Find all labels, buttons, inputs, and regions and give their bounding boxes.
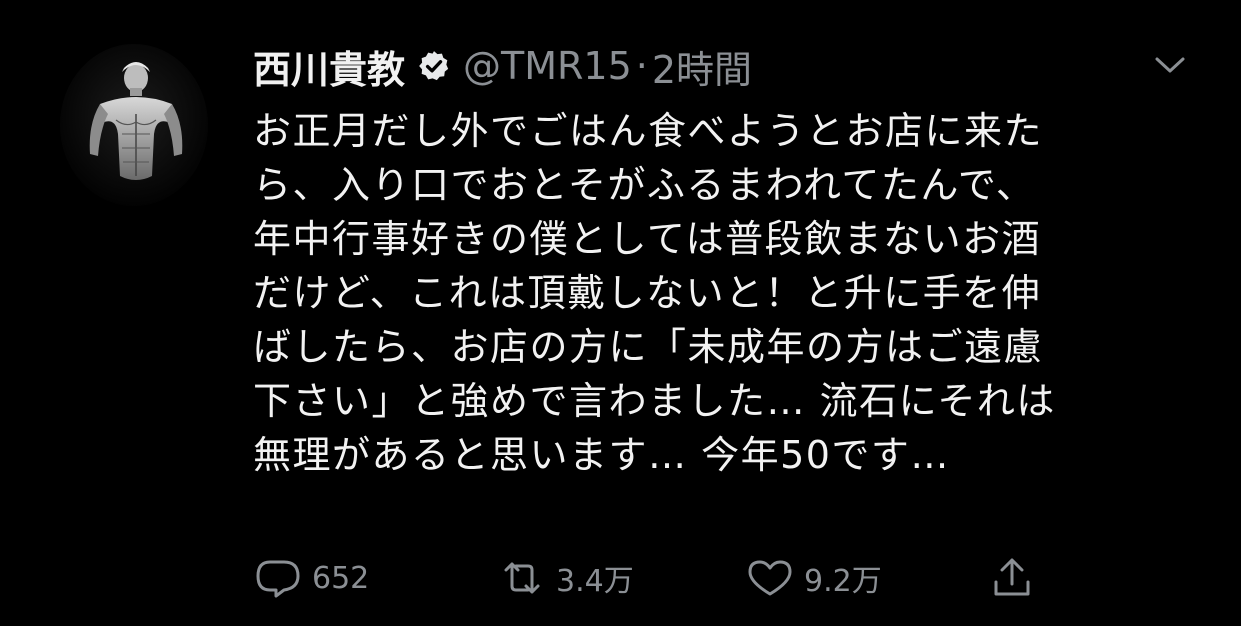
tweet-text-line: だけど、これは頂戴しないと！と升に手を伸	[253, 271, 1042, 315]
reply-icon	[256, 560, 300, 598]
tweet-text-line: 無理があると思います… 今年50です…	[253, 433, 950, 477]
share-button[interactable]	[984, 552, 1040, 604]
like-count: 9.2万	[804, 564, 882, 599]
avatar-image	[60, 44, 208, 206]
reply-button[interactable]: 652	[250, 552, 369, 604]
tweet-header: 西川貴教 @TMR15 · 2時間	[253, 36, 752, 96]
verified-badge-icon	[417, 49, 451, 83]
tweet-text-line: お正月だし外でごはん食べようとお店に来た	[253, 109, 1044, 153]
retweet-icon	[504, 562, 540, 594]
avatar[interactable]	[60, 44, 208, 206]
user-handle[interactable]: @TMR15	[463, 44, 632, 88]
tweet-text-line: ら、入り口でおとそがふるまわれてたんで、	[253, 163, 1036, 207]
separator-dot: ·	[635, 44, 648, 88]
chevron-down-icon[interactable]	[1152, 50, 1188, 80]
like-button[interactable]: 9.2万	[742, 552, 882, 604]
reply-count: 652	[312, 560, 370, 596]
share-icon	[994, 558, 1030, 596]
tweet-text-line: 下さい」と強めで言わました… 流石にそれは	[253, 379, 1056, 423]
tweet-text-line: ばしたら、お店の方に「未成年の方はご遠慮	[253, 325, 1044, 369]
retweet-count: 3.4万	[556, 564, 634, 599]
heart-icon	[748, 560, 792, 596]
display-name[interactable]: 西川貴教	[253, 39, 405, 94]
tweet-text: お正月だし外でごはん食べようとお店に来た ら、入り口でおとそがふるまわれてたんで…	[253, 104, 1183, 482]
retweet-button[interactable]: 3.4万	[494, 552, 634, 604]
tweet-action-bar: 652 3.4万 9.2万	[250, 552, 1050, 604]
tweet-text-line: 年中行事好きの僕としては普段飲まないお酒	[253, 217, 1042, 261]
tweet-timestamp[interactable]: 2時間	[652, 39, 752, 94]
